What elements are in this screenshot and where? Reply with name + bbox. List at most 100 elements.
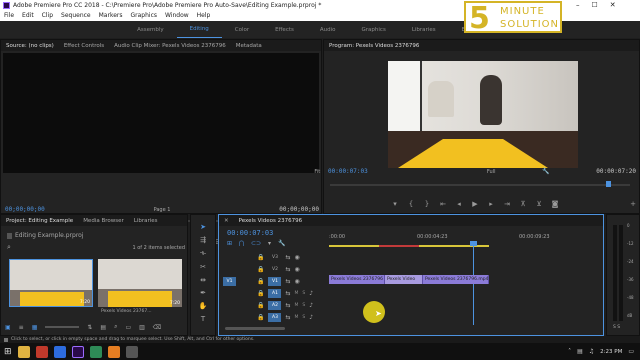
lock-icon[interactable]: ▣ bbox=[5, 324, 11, 331]
step-forward-icon[interactable]: ▸ bbox=[486, 200, 496, 208]
lock-icon[interactable]: 🔒 bbox=[257, 278, 264, 285]
tray-up-icon[interactable]: ˄ bbox=[568, 348, 571, 355]
source-viewer[interactable] bbox=[3, 53, 319, 173]
go-to-out-icon[interactable]: ⇥ bbox=[502, 200, 512, 208]
mute-button[interactable]: M bbox=[295, 291, 299, 296]
zoom-slider[interactable] bbox=[45, 326, 80, 328]
lock-icon[interactable]: 🔒 bbox=[257, 314, 264, 321]
menu-sequence[interactable]: Sequence bbox=[61, 12, 91, 19]
menu-window[interactable]: Window bbox=[165, 12, 189, 19]
timeline-playhead[interactable] bbox=[470, 241, 477, 325]
close-icon[interactable]: ✕ bbox=[610, 1, 616, 9]
track-v2-target[interactable]: V2 bbox=[268, 265, 281, 274]
app-icon-red[interactable] bbox=[35, 345, 48, 358]
sync-icon[interactable]: ⇆ bbox=[285, 290, 290, 297]
linked-selection-icon[interactable]: ⊂⊃ bbox=[251, 240, 261, 247]
new-bin-icon[interactable]: ▭ bbox=[125, 324, 131, 331]
clock[interactable]: 2:23 PM bbox=[600, 349, 622, 355]
track-v1-target[interactable]: V1 bbox=[268, 276, 282, 286]
hand-tool-icon[interactable]: ✋ bbox=[199, 302, 208, 310]
mic-icon[interactable]: ♪ bbox=[309, 314, 313, 321]
close-tab-icon[interactable]: ✕ bbox=[224, 218, 229, 224]
sort-icon[interactable]: ⇅ bbox=[87, 324, 92, 331]
source-patch-v1[interactable]: V1 bbox=[223, 276, 236, 286]
mic-icon[interactable]: ♪ bbox=[309, 290, 313, 297]
premiere-taskbar-icon[interactable] bbox=[71, 345, 84, 358]
network-icon[interactable]: ▤ bbox=[577, 348, 583, 355]
timeline-timecode[interactable]: 00:00:07:03 bbox=[227, 229, 273, 237]
eye-icon[interactable]: ◉ bbox=[295, 254, 300, 261]
wrench-icon[interactable]: 🔧 bbox=[542, 168, 549, 175]
windows-start-icon[interactable]: ⊞ bbox=[4, 347, 12, 357]
track-a3-target[interactable]: A3 bbox=[268, 312, 282, 322]
lift-icon[interactable]: ⊼ bbox=[518, 200, 528, 208]
mic-icon[interactable]: ♪ bbox=[309, 302, 313, 309]
app-icon-orange[interactable] bbox=[107, 345, 120, 358]
workspace-audio[interactable]: Audio bbox=[307, 21, 349, 38]
program-timecode-left[interactable]: 00:00:07:03 bbox=[328, 168, 368, 175]
program-viewer[interactable] bbox=[388, 61, 578, 168]
lock-icon[interactable]: 🔒 bbox=[257, 290, 264, 297]
menu-file[interactable]: File bbox=[4, 12, 14, 19]
find-icon[interactable]: ⌕ bbox=[114, 323, 117, 331]
tab-media-browser[interactable]: Media Browser bbox=[83, 218, 124, 224]
maximize-icon[interactable]: ☐ bbox=[592, 1, 598, 9]
menu-edit[interactable]: Edit bbox=[22, 12, 34, 19]
nest-icon[interactable]: ⊞ bbox=[227, 240, 232, 247]
tab-sequence[interactable]: Pexels Videos 2376796 bbox=[239, 218, 303, 224]
menu-graphics[interactable]: Graphics bbox=[131, 12, 158, 19]
workspace-assembly[interactable]: Assembly bbox=[124, 21, 177, 38]
lock-icon[interactable]: 🔒 bbox=[257, 266, 264, 273]
type-tool-icon[interactable]: T bbox=[201, 315, 205, 323]
clip-2[interactable]: Pexels Video bbox=[385, 275, 423, 284]
playhead-handle[interactable] bbox=[470, 241, 477, 246]
solo-button[interactable]: S bbox=[302, 315, 305, 320]
sync-icon[interactable]: ⇆ bbox=[285, 314, 290, 321]
project-thumb-2[interactable]: 7:20 bbox=[98, 259, 182, 307]
tab-effect-controls[interactable]: Effect Controls bbox=[64, 43, 104, 49]
search-icon[interactable]: ⌕ bbox=[7, 243, 11, 252]
horizontal-scrollbar[interactable] bbox=[225, 327, 285, 330]
mute-button[interactable]: M bbox=[295, 315, 299, 320]
new-item-icon[interactable]: ▥ bbox=[139, 324, 145, 331]
clip-1[interactable]: Pexels Videos 2376796 bbox=[329, 275, 385, 284]
program-fit-select[interactable]: Fit bbox=[314, 169, 320, 175]
workspace-editing[interactable]: Editing bbox=[176, 21, 222, 38]
source-timecode-left[interactable]: 00;00;00;00 bbox=[5, 206, 45, 213]
explorer-icon[interactable] bbox=[17, 345, 30, 358]
mark-out-icon[interactable]: } bbox=[422, 200, 432, 208]
track-v3-target[interactable]: V3 bbox=[268, 253, 281, 262]
marker-icon[interactable]: ▾ bbox=[390, 200, 400, 208]
track-a2-target[interactable]: A2 bbox=[268, 300, 282, 310]
ripple-edit-tool-icon[interactable]: ⟛ bbox=[200, 249, 206, 258]
pen-tool-icon[interactable]: ✒ bbox=[200, 289, 206, 297]
eye-icon[interactable]: ◉ bbox=[295, 266, 300, 273]
menu-help[interactable]: Help bbox=[197, 12, 211, 19]
timeline-ruler[interactable]: :00:00 00:00:04:23 00:00:09:23 bbox=[329, 229, 593, 249]
settings-wrench-icon[interactable]: 🔧 bbox=[278, 240, 285, 247]
lock-icon[interactable]: 🔒 bbox=[257, 302, 264, 309]
track-select-tool-icon[interactable]: ⇶ bbox=[200, 236, 206, 244]
sync-icon[interactable]: ⇆ bbox=[285, 302, 290, 309]
clear-icon[interactable]: ⌫ bbox=[153, 324, 161, 331]
source-page-select[interactable]: Page 1 bbox=[154, 207, 171, 213]
mark-in-icon[interactable]: { bbox=[406, 200, 416, 208]
slip-tool-icon[interactable]: ⇹ bbox=[200, 276, 206, 284]
go-to-in-icon[interactable]: ⇤ bbox=[438, 200, 448, 208]
snap-icon[interactable]: ⋂ bbox=[239, 240, 244, 247]
app-icon-blue[interactable] bbox=[53, 345, 66, 358]
eye-icon[interactable]: ◉ bbox=[295, 278, 300, 285]
tab-source[interactable]: Source: (no clips) bbox=[6, 43, 54, 49]
workspace-color[interactable]: Color bbox=[222, 21, 262, 38]
menu-clip[interactable]: Clip bbox=[42, 12, 53, 19]
razor-tool-icon[interactable]: ✂ bbox=[200, 263, 206, 271]
sync-icon[interactable]: ⇆ bbox=[285, 278, 290, 285]
meter-solo-buttons[interactable]: S S bbox=[613, 325, 620, 330]
extract-icon[interactable]: ⊻ bbox=[534, 200, 544, 208]
tab-libraries[interactable]: Libraries bbox=[134, 218, 158, 224]
solo-button[interactable]: S bbox=[302, 291, 305, 296]
program-playhead[interactable] bbox=[606, 181, 611, 187]
sync-icon[interactable]: ⇆ bbox=[285, 266, 290, 273]
app-icon-green[interactable] bbox=[89, 345, 102, 358]
play-icon[interactable]: ▶ bbox=[470, 200, 480, 208]
